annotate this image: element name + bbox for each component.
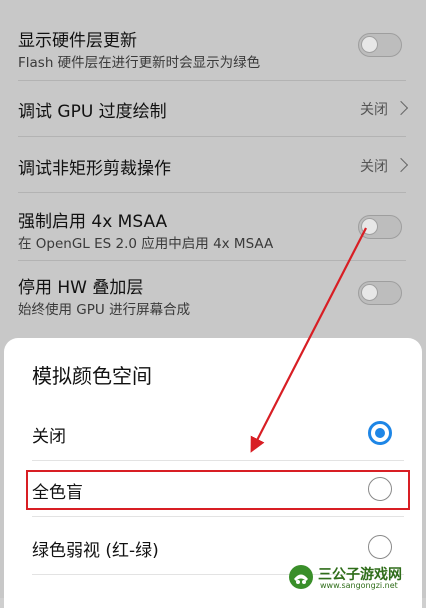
settings-row-debug-non-rect-clip[interactable]: 调试非矩形剪裁操作 关闭 (0, 137, 426, 191)
row-title: 显示硬件层更新 (18, 31, 137, 51)
row-value: 关闭 (360, 102, 388, 118)
chevron-right-icon (393, 157, 409, 173)
disable-hw-overlays-toggle[interactable] (358, 281, 402, 305)
row-subtitle: Flash 硬件层在进行更新时会显示为绿色 (18, 55, 261, 71)
settings-row-debug-gpu-overdraw[interactable]: 调试 GPU 过度绘制 关闭 (0, 81, 426, 135)
option-off[interactable]: 关闭 (4, 410, 422, 456)
settings-row-force-4x-msaa[interactable]: 强制启用 4x MSAA 在 OpenGL ES 2.0 应用中启用 4x MS… (0, 193, 426, 259)
watermark-url: www.sangongzi.net (320, 581, 398, 590)
row-title: 调试非矩形剪裁操作 (18, 159, 171, 179)
force-4x-msaa-toggle[interactable] (358, 215, 402, 239)
settings-row-disable-hw-overlays[interactable]: 停用 HW 叠加层 始终使用 GPU 进行屏幕合成 (0, 261, 426, 327)
toggle-knob (361, 218, 378, 235)
radio-dot (375, 428, 385, 438)
row-subtitle: 始终使用 GPU 进行屏幕合成 (18, 302, 191, 318)
watermark: 三公子游戏网 www.sangongzi.net (288, 564, 420, 592)
chevron-right-icon (393, 100, 409, 116)
radio-selected-icon[interactable] (368, 421, 392, 445)
toggle-knob (361, 284, 378, 301)
option-label: 绿色弱视 (红-绿) (32, 541, 159, 561)
toggle-knob (361, 36, 378, 53)
option-divider (32, 460, 404, 461)
row-title: 强制启用 4x MSAA (18, 212, 168, 232)
annotation-highlight-box (26, 470, 410, 510)
row-title: 停用 HW 叠加层 (18, 278, 144, 298)
row-subtitle: 在 OpenGL ES 2.0 应用中启用 4x MSAA (18, 236, 274, 252)
radio-unselected-icon[interactable] (368, 535, 392, 559)
settings-row-show-hw-layer-updates[interactable]: 显示硬件层更新 Flash 硬件层在进行更新时会显示为绿色 (0, 0, 426, 80)
show-hw-layer-updates-toggle[interactable] (358, 33, 402, 57)
row-value: 关闭 (360, 159, 388, 175)
watermark-logo-icon (289, 565, 313, 589)
option-label: 关闭 (32, 427, 66, 447)
row-title: 调试 GPU 过度绘制 (18, 102, 167, 122)
dialog-title: 模拟颜色空间 (32, 364, 152, 388)
option-divider (32, 516, 404, 517)
